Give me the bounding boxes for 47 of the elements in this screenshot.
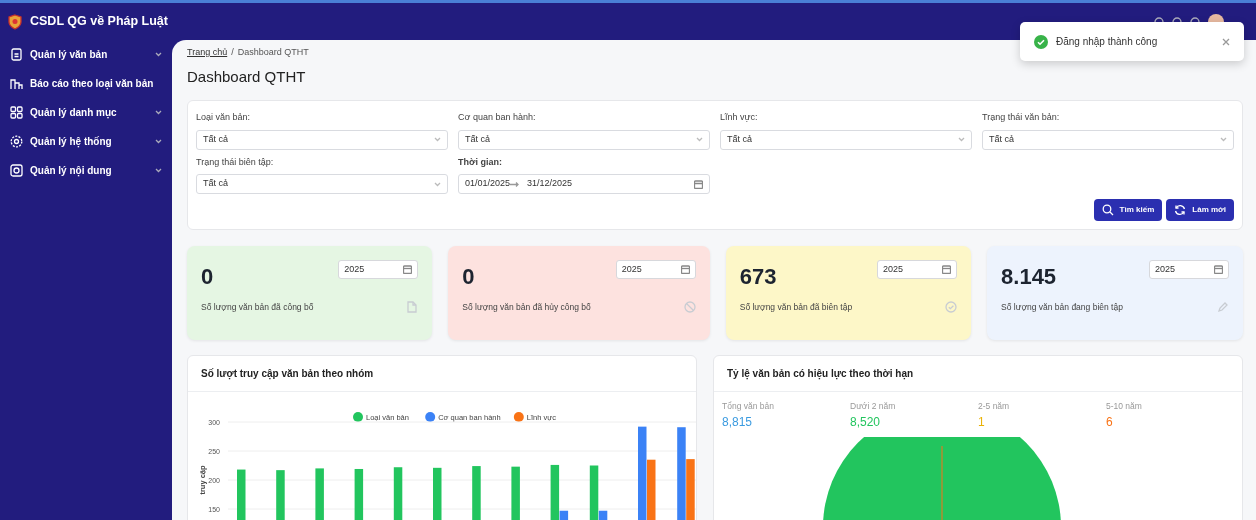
stat-label: Số lượng văn bản đã công bố [201, 301, 314, 314]
page-title: Dashboard QTHT [187, 66, 307, 87]
app-title: CSDL QG về Pháp Luật [30, 13, 168, 31]
select-field[interactable]: Tất cả [196, 174, 448, 194]
refresh-button[interactable]: Làm mới [1166, 199, 1234, 221]
stat-value: 8.145 [1001, 263, 1057, 291]
summary-label: Dưới 2 năm [850, 400, 897, 413]
field-label: Loại văn bản: [196, 111, 252, 124]
stat-label: Số lượng văn bản đã hủy công bố [462, 301, 591, 314]
summary-value: 8,520 [850, 413, 882, 431]
stat-value: 0 [201, 263, 214, 291]
select-field[interactable]: Tất cả [982, 129, 1234, 150]
sidebar-item[interactable]: Báo cáo theo loại văn bản [0, 69, 172, 98]
select-field[interactable]: Tất cả [196, 129, 448, 150]
summary-label: 5-10 năm [1106, 400, 1143, 413]
year-field[interactable]: 2025 [338, 260, 419, 279]
summary-label: 2-5 năm [978, 400, 1011, 413]
stat-label: Số lượng văn bản đang biên tập [1001, 301, 1123, 314]
toast-message: Đăng nhập thành công [1056, 35, 1159, 49]
sidebar-item[interactable]: Quản lý hệ thống [0, 127, 172, 156]
field-label: Trạng thái biên tập: [196, 155, 275, 169]
summary-label: Tổng văn bản [722, 400, 775, 413]
sidebar-item[interactable]: Quản lý văn bản [0, 40, 172, 69]
stat-value: 0 [462, 263, 475, 291]
year-field[interactable]: 2025 [877, 260, 958, 279]
breadcrumb-current: Dashboard QTHT [237, 46, 309, 59]
date-range-field[interactable]: 01/01/2025 31/12/2025 [458, 174, 710, 194]
sidebar-item[interactable]: Quản lý danh mục [0, 98, 172, 127]
chart-title: Tỷ lệ văn bản có hiệu lực theo thời hạn [714, 356, 1242, 392]
search-button[interactable]: Tìm kiếm [1093, 199, 1163, 221]
sidebar-item[interactable]: Quản lý nội dung [0, 156, 172, 185]
year-field[interactable]: 2025 [615, 260, 696, 279]
summary-value: 1 [978, 413, 986, 431]
field-label: Trạng thái văn bản: [982, 111, 1061, 124]
stat-value: 673 [739, 263, 777, 291]
stat-label: Số lượng văn bản đã biên tập [739, 301, 853, 314]
field-label: Thời gian: [458, 155, 503, 169]
breadcrumb-separator: / [231, 46, 234, 59]
breadcrumb-link[interactable]: Trang chủ [187, 46, 228, 60]
select-field[interactable]: Tất cả [720, 129, 972, 150]
summary-value: 8,815 [722, 413, 754, 431]
field-label: Cơ quan ban hành: [458, 111, 537, 124]
field-label: Lĩnh vực: [720, 111, 759, 124]
summary-value: 6 [1106, 413, 1114, 431]
select-field[interactable]: Tất cả [458, 129, 710, 150]
year-field[interactable]: 2025 [1149, 260, 1230, 279]
chart-title: Số lượt truy cập văn bản theo nhóm [188, 356, 696, 392]
